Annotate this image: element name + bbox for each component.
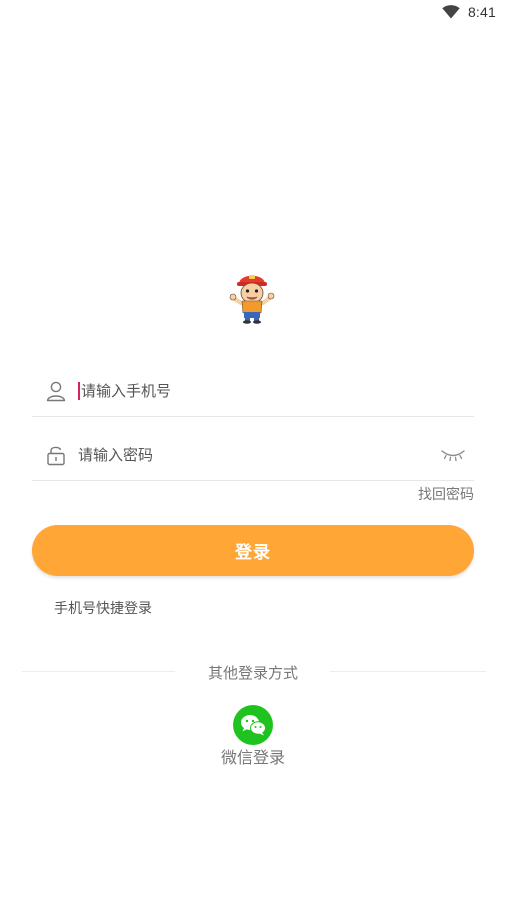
status-bar: 8:41 xyxy=(0,0,506,26)
clock: 8:41 xyxy=(467,4,496,20)
password-input[interactable] xyxy=(78,443,440,467)
status-right: 8:41 xyxy=(442,4,496,20)
eye-closed-icon[interactable] xyxy=(440,447,466,463)
phone-input[interactable] xyxy=(81,379,474,403)
wechat-login-button[interactable] xyxy=(233,705,273,745)
divider-right xyxy=(330,671,486,672)
user-icon xyxy=(46,381,66,402)
login-button[interactable]: 登录 xyxy=(32,525,474,576)
other-login-title: 其他登录方式 xyxy=(207,664,298,682)
phone-field-row xyxy=(32,366,474,417)
wechat-icon xyxy=(241,715,266,736)
mascot-logo xyxy=(229,275,275,324)
text-caret xyxy=(78,382,80,400)
forgot-password-link[interactable]: 找回密码 xyxy=(418,484,474,504)
phone-quick-login-link[interactable]: 手机号快捷登录 xyxy=(54,598,152,618)
password-field-row xyxy=(32,430,474,481)
wechat-login-label: 微信登录 xyxy=(220,748,285,767)
wifi-icon xyxy=(442,5,460,19)
lock-icon xyxy=(47,446,65,466)
